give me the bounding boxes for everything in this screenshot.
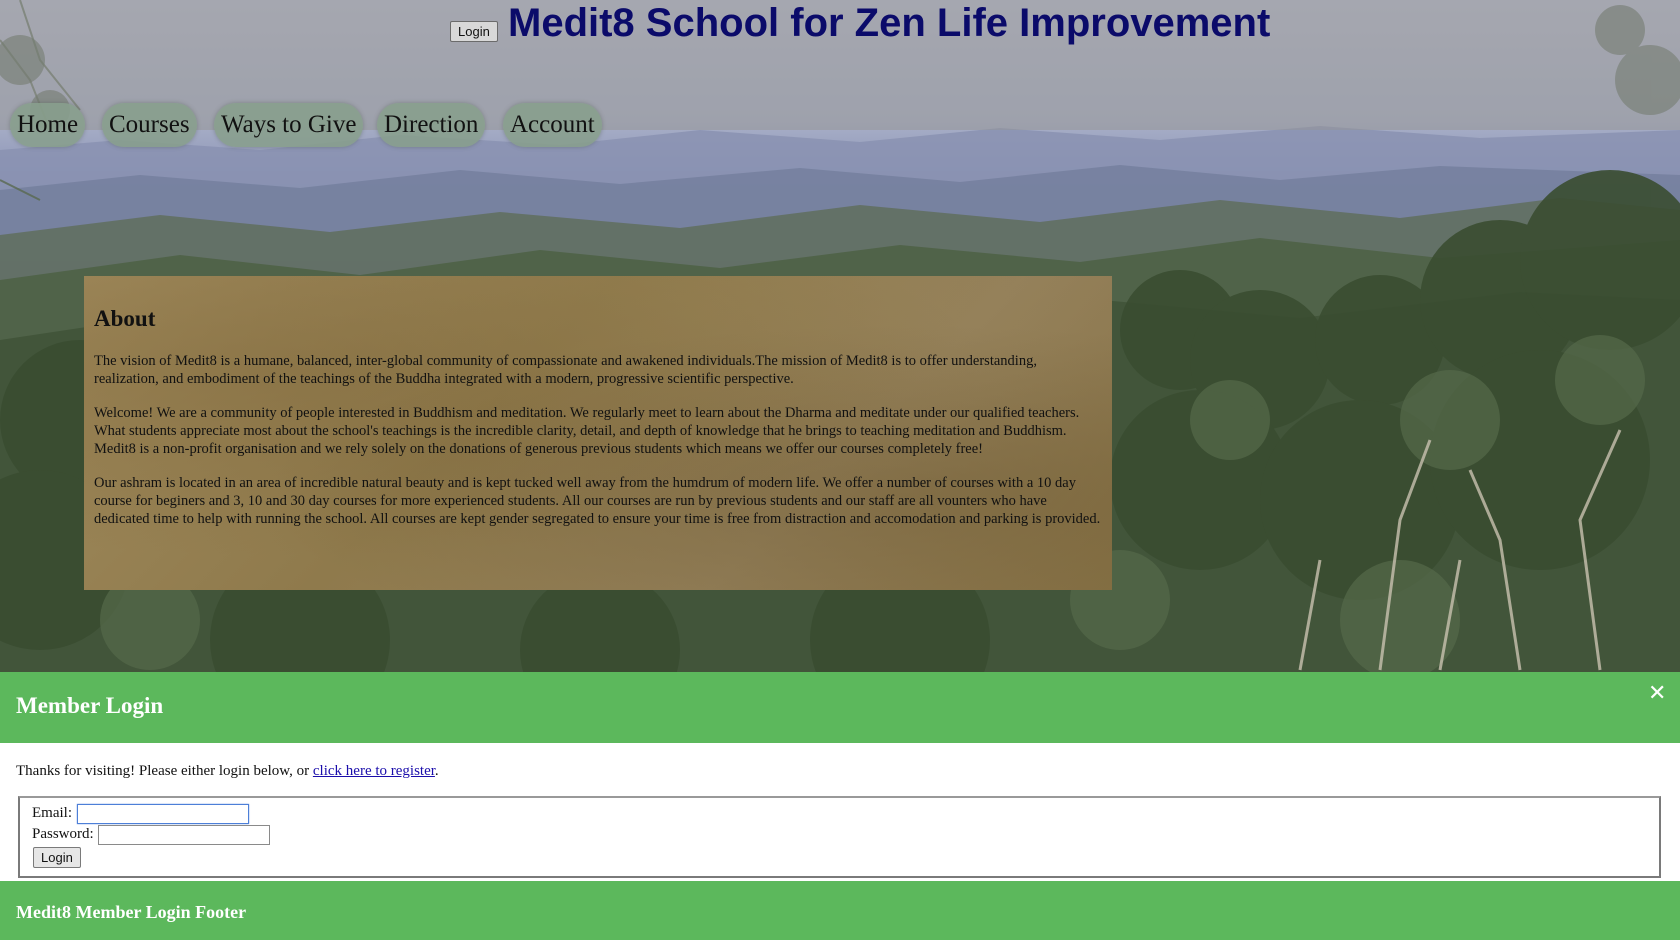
login-submit-button[interactable]: Login xyxy=(33,847,81,868)
nav-direction[interactable]: Direction xyxy=(377,103,486,147)
about-ashram-paragraph: Our ashram is located in an area of incr… xyxy=(94,475,1101,527)
about-panel: About The vision of Medit8 is a humane, … xyxy=(84,276,1112,590)
modal-intro: Thanks for visiting! Please either login… xyxy=(16,762,439,780)
about-welcome-paragraph: Welcome! We are a community of people in… xyxy=(94,405,1080,457)
nav-courses[interactable]: Courses xyxy=(102,103,197,147)
nav-account[interactable]: Account xyxy=(503,103,602,147)
modal-footer-text: Medit8 Member Login Footer xyxy=(16,902,247,922)
login-form: Email: Password: Login xyxy=(18,796,1661,878)
modal-intro-text: Thanks for visiting! Please either login… xyxy=(16,763,313,779)
header-login-button[interactable]: Login xyxy=(450,21,498,42)
about-heading: About xyxy=(94,306,156,331)
close-icon[interactable]: ✕ xyxy=(1648,680,1666,708)
modal-intro-end: . xyxy=(434,763,439,779)
password-field[interactable] xyxy=(98,825,270,845)
nav-ways-to-give[interactable]: Ways to Give xyxy=(214,103,364,147)
modal-title: Member Login xyxy=(16,693,164,718)
member-login-modal: Member Login ✕ Thanks for visiting! Plea… xyxy=(0,672,1680,940)
register-link[interactable]: click here to register xyxy=(313,763,435,779)
modal-footer: Medit8 Member Login Footer xyxy=(0,881,1680,940)
email-field[interactable] xyxy=(77,804,249,824)
email-label: Email: xyxy=(32,805,72,821)
password-label: Password: xyxy=(32,826,94,842)
about-vision-paragraph: The vision of Medit8 is a humane, balanc… xyxy=(94,353,1037,387)
modal-header: Member Login ✕ xyxy=(0,672,1680,743)
nav-home[interactable]: Home xyxy=(10,103,86,147)
site-title: Medit8 School for Zen Life Improvement xyxy=(508,1,1271,45)
